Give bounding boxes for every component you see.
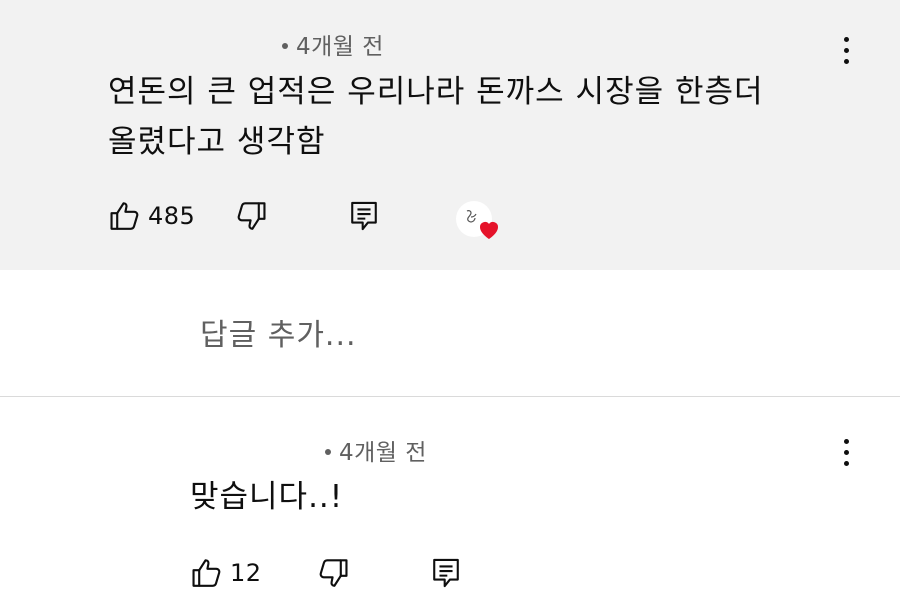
- reply-icon: [351, 201, 377, 231]
- more-vert-icon[interactable]: [835, 434, 859, 470]
- add-reply-input[interactable]: 답글 추가...: [200, 310, 357, 354]
- reply-button[interactable]: [348, 199, 380, 233]
- like-button[interactable]: 12: [190, 556, 262, 590]
- reply-text: 맞습니다..!: [190, 479, 344, 515]
- thumb-down-icon: [319, 559, 348, 587]
- like-button[interactable]: 485: [108, 199, 195, 233]
- creator-heart-icon: [480, 222, 498, 239]
- thumb-up-icon: [110, 202, 139, 230]
- reply-comment: 4개월 전 맞습니다..! 12: [0, 397, 900, 615]
- like-count: 12: [230, 559, 262, 587]
- more-vert-icon[interactable]: [835, 32, 859, 68]
- reply-box: [0, 270, 900, 396]
- reply-button[interactable]: [430, 556, 462, 590]
- like-count: 485: [148, 202, 196, 230]
- bullet: [282, 42, 288, 49]
- reply-timestamp: 4개월 전: [325, 433, 427, 467]
- comment-timestamp: 4개월 전: [282, 27, 384, 61]
- thumb-up-icon: [192, 559, 221, 587]
- comment-text-line-2: 올렸다고 생각함: [108, 124, 326, 160]
- thumb-down-icon: [237, 202, 266, 230]
- comment-text-line-1: 연돈의 큰 업적은 우리나라 돈까스 시장을 한층더: [108, 74, 764, 110]
- dislike-button[interactable]: [234, 199, 268, 233]
- highlighted-comment: 4개월 전 연돈의 큰 업적은 우리나라 돈까스 시장을 한층더 올렸다고 생각…: [0, 0, 900, 270]
- dislike-button[interactable]: [316, 556, 350, 590]
- reply-icon: [433, 558, 459, 588]
- bullet: [325, 448, 331, 455]
- creator-heart-badge: [456, 201, 498, 239]
